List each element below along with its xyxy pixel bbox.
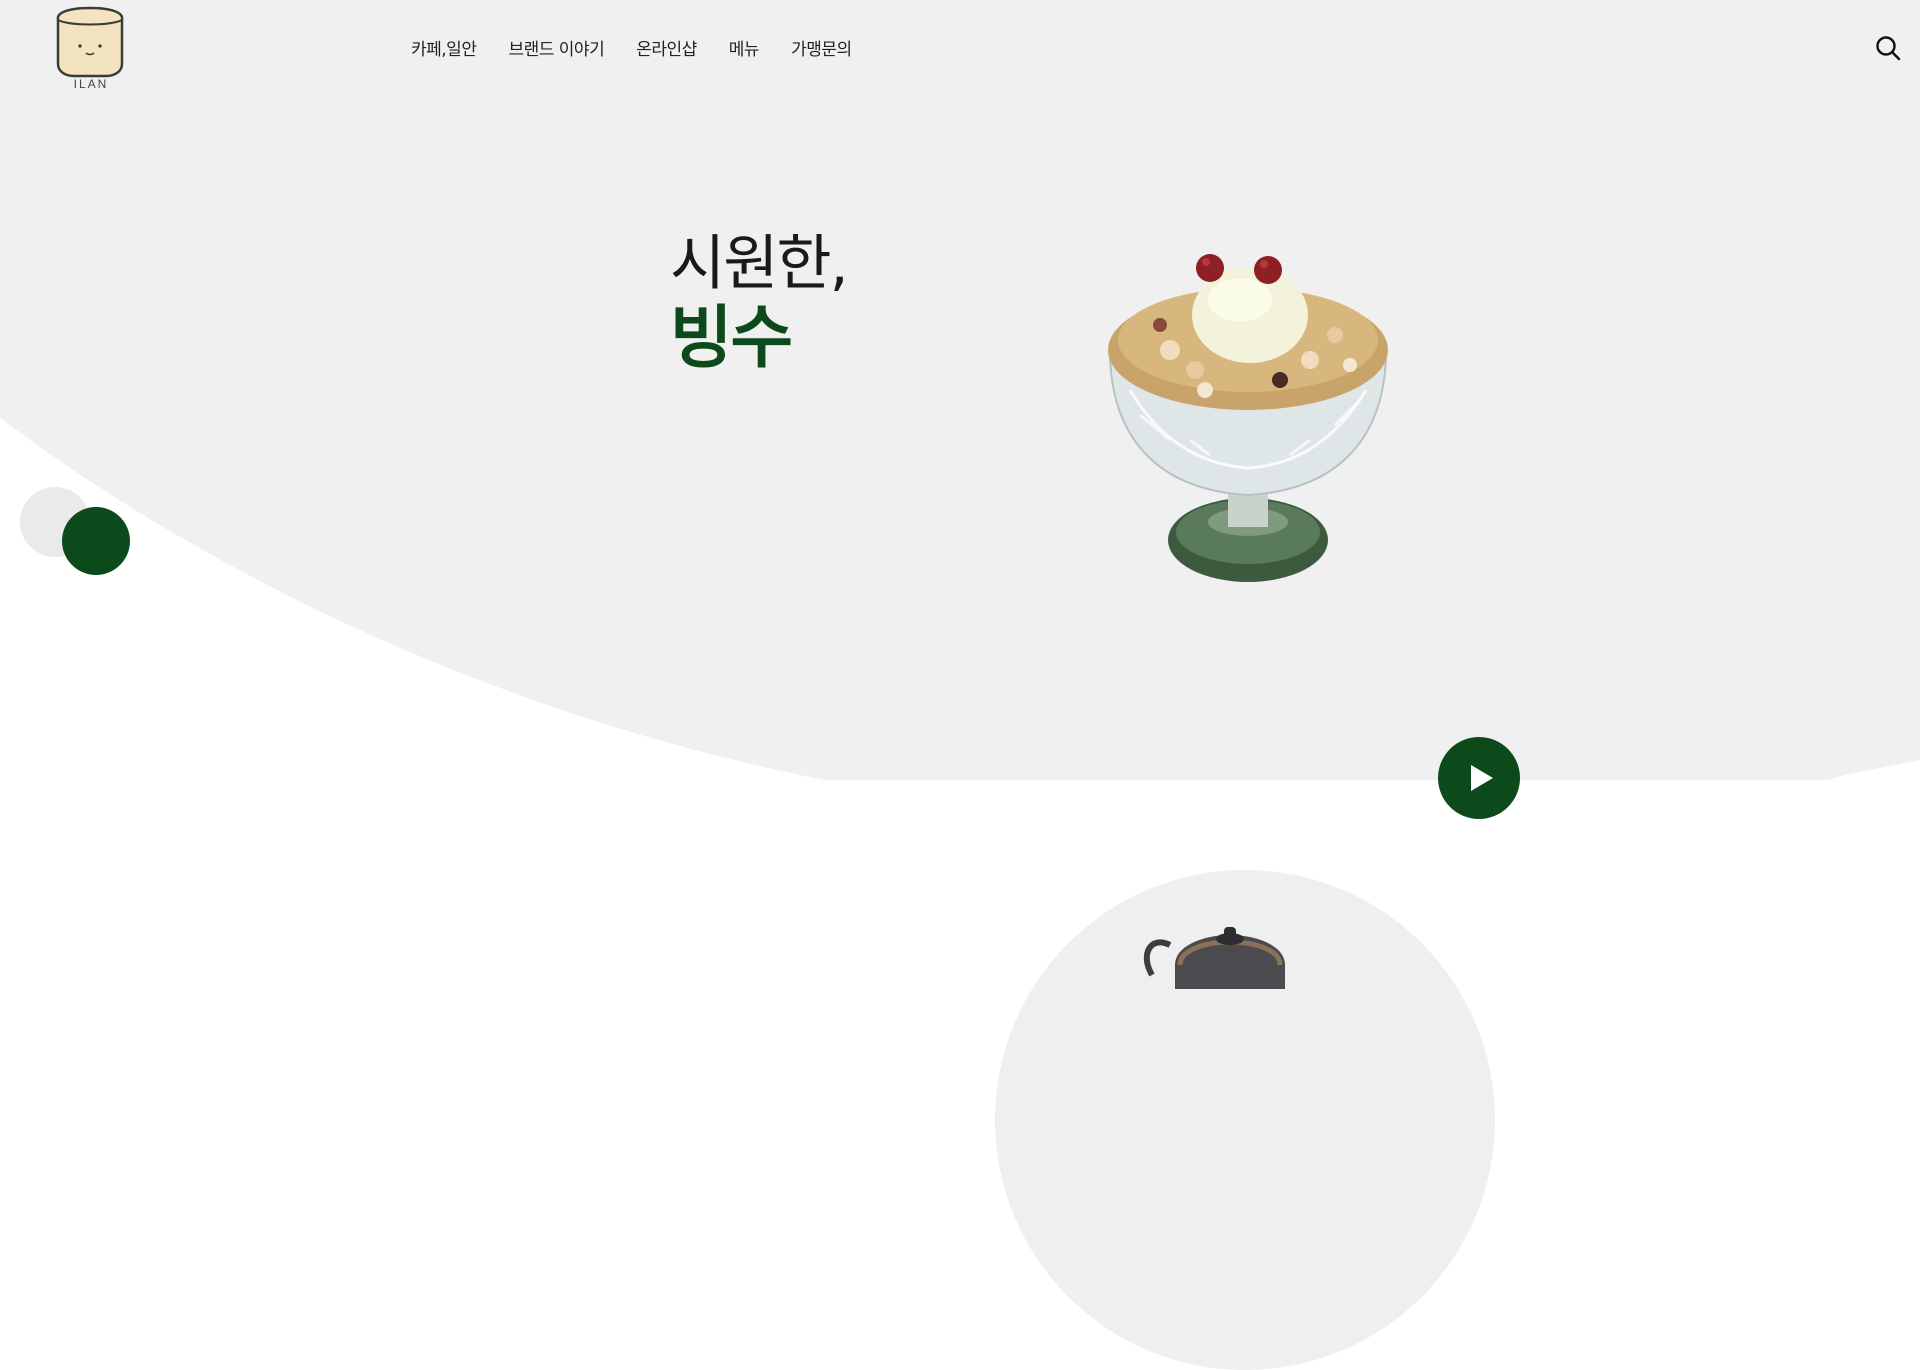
hero-headline: 시원한, 빙수 [670,228,849,378]
hero-headline-line1: 시원한, [670,229,849,299]
nav-item-brand-story[interactable]: 브랜드 이야기 [508,35,604,60]
bingsu-product-image [1108,254,1388,582]
logo-text: ILAN [73,77,109,91]
hero-headline-line2: 빙수 [670,299,793,378]
nav-item-menu[interactable]: 메뉴 [729,35,760,60]
play-button[interactable] [1438,737,1520,819]
nav-item-franchise-inquiry[interactable]: 가맹문의 [791,35,852,60]
teapot-image [1143,927,1285,989]
cup-face-logo-icon [56,6,124,78]
search-icon [1876,36,1901,61]
search-button[interactable] [1874,34,1902,62]
nav-item-cafe-ilan[interactable]: 카페,일안 [411,35,477,60]
site-header: ILAN 카페,일안 브랜드 이야기 온라인샵 메뉴 가맹문의 [0,0,1920,95]
nav-item-online-shop[interactable]: 온라인샵 [636,35,697,60]
slider-pagination [18,485,138,575]
hero-background [0,0,1920,780]
main-nav: 카페,일안 브랜드 이야기 온라인샵 메뉴 가맹문의 [411,35,852,60]
brand-logo[interactable]: ILAN [50,6,132,94]
play-icon [1471,765,1493,791]
slider-dot-2-active[interactable] [62,507,130,575]
